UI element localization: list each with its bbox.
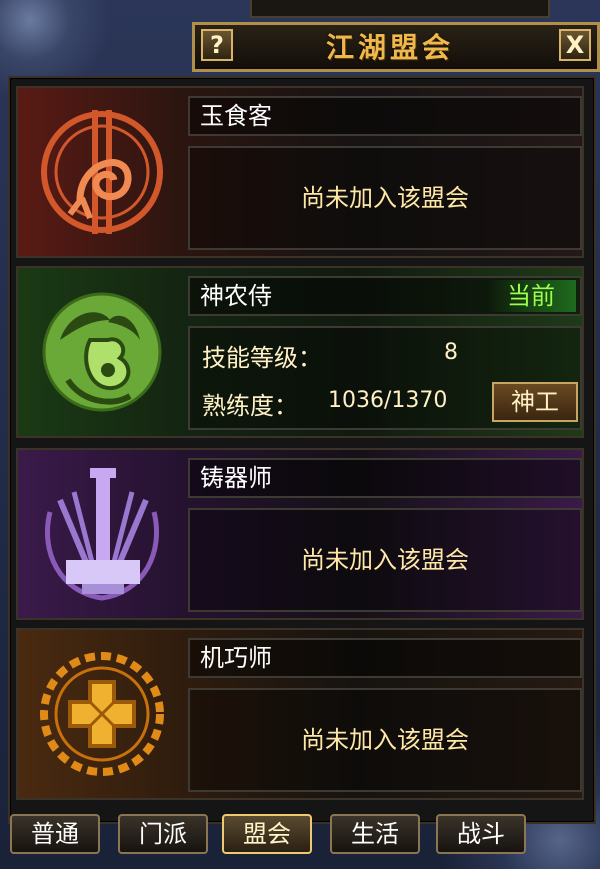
tab-putong[interactable]: 普通 — [10, 814, 100, 854]
guild-status: 尚未加入该盟会 — [301, 726, 469, 754]
guild-name: 神农侍 — [200, 282, 272, 310]
hammer-swords-emblem-icon — [20, 452, 184, 616]
proficiency-value: 1036/1370 — [328, 388, 448, 413]
guild-name-box: 铸器师 — [188, 458, 582, 498]
skill-level-label: 技能等级： — [202, 344, 322, 372]
guild-name-box: 机巧师 — [188, 638, 582, 678]
tab-shenghuo[interactable]: 生活 — [330, 814, 420, 854]
current-guild-badge: 当前 — [486, 280, 576, 312]
guild-title-button[interactable]: 神工 — [492, 382, 578, 422]
guild-status: 尚未加入该盟会 — [301, 184, 469, 212]
gourd-emblem-icon — [20, 270, 184, 434]
window-title: 江湖盟会 — [325, 31, 454, 64]
close-button[interactable]: X — [559, 29, 591, 61]
guild-name: 铸器师 — [200, 464, 272, 492]
guild-status: 尚未加入该盟会 — [301, 546, 469, 574]
tab-menghui[interactable]: 盟会 — [222, 814, 312, 854]
skill-level-value: 8 — [444, 340, 458, 365]
guild-name: 机巧师 — [200, 644, 272, 672]
guild-panel-zhuqishi[interactable]: 铸器师 尚未加入该盟会 — [16, 448, 584, 620]
fish-emblem-icon — [20, 90, 184, 254]
guild-status-box: 尚未加入该盟会 — [188, 146, 582, 250]
guild-status-box: 尚未加入该盟会 — [188, 688, 582, 792]
guild-stats-box: 技能等级： 8 熟练度： 1036/1370 神工 — [188, 326, 582, 430]
tab-zhandou[interactable]: 战斗 — [436, 814, 526, 854]
guild-panel-shennongshi[interactable]: 神农侍 当前 技能等级： 8 熟练度： 1036/1370 神工 — [16, 266, 584, 438]
tab-menpai[interactable]: 门派 — [118, 814, 208, 854]
help-button[interactable]: ? — [201, 29, 233, 61]
proficiency-label: 熟练度： — [202, 392, 298, 420]
gear-cross-emblem-icon — [20, 632, 184, 796]
guild-name-box: 玉食客 — [188, 96, 582, 136]
guild-panel-yushike[interactable]: 玉食客 尚未加入该盟会 — [16, 86, 584, 258]
guild-name: 玉食客 — [200, 102, 272, 130]
window-top-ornament — [250, 0, 550, 18]
guild-name-box: 神农侍 当前 — [188, 276, 582, 316]
guild-status-box: 尚未加入该盟会 — [188, 508, 582, 612]
guild-panel-jiqiaoshi[interactable]: 机巧师 尚未加入该盟会 — [16, 628, 584, 800]
